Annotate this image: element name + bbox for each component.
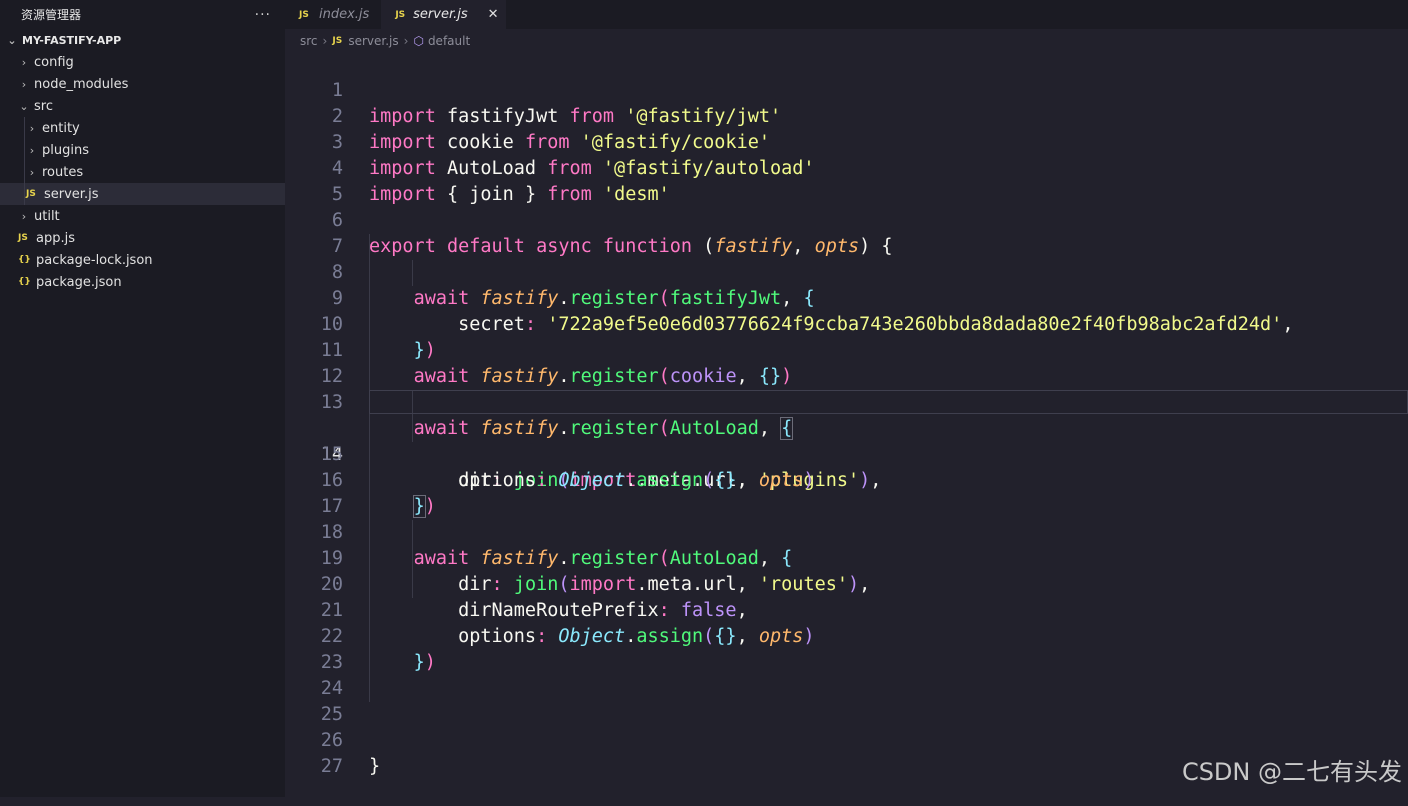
code-line: 27 bbox=[285, 728, 1408, 777]
breadcrumb-file[interactable]: server.js bbox=[348, 34, 398, 48]
chevron-right-icon: › bbox=[29, 121, 35, 135]
code-line: 20 dirNameRoutePrefix: false, bbox=[285, 546, 1408, 621]
tree-item-label: package-lock.json bbox=[36, 252, 153, 268]
chevron-right-icon: › bbox=[21, 77, 27, 91]
code-line: 2 import cookie from '@fastify/cookie' bbox=[285, 78, 1408, 153]
code-line: 25 bbox=[285, 676, 1408, 725]
code-line: 21 options: Object.assign({}, opts) bbox=[285, 572, 1408, 647]
code-line: 17 bbox=[285, 468, 1408, 517]
code-text: } bbox=[369, 756, 381, 777]
tree-item-server-js[interactable]: JS server.js bbox=[0, 183, 285, 205]
symbol-cube-icon: ⬡ bbox=[413, 34, 424, 48]
tree-indent-guide bbox=[24, 161, 25, 183]
tree-item-label: server.js bbox=[44, 186, 99, 202]
js-file-icon: JS bbox=[18, 233, 28, 243]
explorer-title: 资源管理器 bbox=[21, 8, 82, 22]
tree-item-label: app.js bbox=[36, 230, 75, 246]
json-file-icon: {} bbox=[18, 255, 31, 265]
tree-item-label: entity bbox=[42, 120, 80, 136]
code-line: 19 dir: join(import.meta.url, 'routes'), bbox=[285, 520, 1408, 595]
json-file-icon: {} bbox=[18, 277, 31, 287]
chevron-right-icon: › bbox=[29, 165, 35, 179]
code-line: 23 bbox=[285, 624, 1408, 673]
explorer-sidebar: 资源管理器 ··· ⌄ MY-FASTIFY-APP › config › node_… bbox=[0, 0, 285, 797]
code-line: 18 await fastify.register(AutoLoad, { bbox=[285, 494, 1408, 569]
code-line: 9 secret: '722a9ef5e0e6d03776624f9ccba74… bbox=[285, 260, 1408, 335]
tree-item-label: config bbox=[34, 54, 74, 70]
tree-indent-guide bbox=[24, 139, 25, 161]
tree-item-label: package.json bbox=[36, 274, 122, 290]
code-line: 24 bbox=[285, 650, 1408, 699]
code-line: 26 } bbox=[285, 702, 1408, 777]
code-line: 5 bbox=[285, 156, 1408, 205]
project-name: MY-FASTIFY-APP bbox=[22, 33, 122, 47]
tree-item-app-js[interactable]: JS app.js bbox=[0, 227, 285, 249]
tree-item-plugins[interactable]: › plugins bbox=[0, 139, 285, 161]
code-line-current: 14 dir: join(import.meta.url, 'plugins')… bbox=[285, 390, 1408, 491]
tree-item-entity[interactable]: › entity bbox=[0, 117, 285, 139]
js-file-icon: JS bbox=[332, 36, 343, 46]
project-root[interactable]: ⌄ MY-FASTIFY-APP bbox=[0, 29, 285, 51]
tab-index-js[interactable]: JS index.js bbox=[285, 0, 381, 29]
tree-item-label: plugins bbox=[42, 142, 89, 158]
chevron-right-icon: › bbox=[29, 143, 35, 157]
chevron-right-icon: › bbox=[21, 209, 27, 223]
js-file-icon: JS bbox=[395, 9, 406, 20]
tab-bar: JS index.js JS server.js ✕ bbox=[285, 0, 1408, 29]
chevron-down-icon: ⌄ bbox=[19, 99, 29, 113]
tree-item-label: utilt bbox=[34, 208, 60, 224]
code-line: 1 import fastifyJwt from '@fastify/jwt' bbox=[285, 52, 1408, 127]
current-line-highlight bbox=[369, 390, 1408, 414]
js-file-icon: JS bbox=[26, 189, 36, 199]
close-icon[interactable]: ✕ bbox=[468, 7, 499, 22]
tree-item-label: routes bbox=[42, 164, 84, 180]
code-line: 4 import { join } from 'desm' bbox=[285, 130, 1408, 205]
more-actions-icon[interactable]: ··· bbox=[255, 7, 271, 23]
code-line: 11 await fastify.register(cookie, {}) bbox=[285, 312, 1408, 387]
tab-server-js[interactable]: JS server.js ✕ bbox=[381, 0, 507, 29]
tree-indent-guide bbox=[24, 117, 25, 139]
code-line: 7 bbox=[285, 208, 1408, 257]
tree-item-node-modules[interactable]: › node_modules bbox=[0, 73, 285, 95]
file-tree: › config › node_modules ⌄ src › entity › plugins ›… bbox=[0, 51, 285, 293]
code-line: 16 }) bbox=[285, 442, 1408, 518]
code-editor[interactable]: 1 import fastifyJwt from '@fastify/jwt' … bbox=[285, 52, 1408, 797]
breadcrumb-symbol[interactable]: default bbox=[428, 34, 470, 48]
explorer-header: 资源管理器 ··· bbox=[0, 0, 285, 29]
chevron-down-icon: ⌄ bbox=[7, 33, 17, 47]
tree-item-label: node_modules bbox=[34, 76, 129, 92]
code-line: 15 options: Object.assign({}, opts) bbox=[285, 416, 1408, 491]
tree-item-routes[interactable]: › routes bbox=[0, 161, 285, 183]
code-line: 22 }) bbox=[285, 598, 1408, 673]
tree-item-config[interactable]: › config bbox=[0, 51, 285, 73]
breadcrumb: src › JS server.js › ⬡ default bbox=[300, 31, 470, 51]
code-line: 6 export default async function (fastify… bbox=[285, 182, 1408, 257]
breadcrumb-folder[interactable]: src bbox=[300, 34, 318, 48]
js-file-icon: JS bbox=[299, 9, 309, 20]
tab-label: server.js bbox=[413, 7, 468, 22]
code-line: 12 bbox=[285, 338, 1408, 387]
tab-label: index.js bbox=[319, 7, 370, 22]
code-line: 10 }) bbox=[285, 286, 1408, 361]
watermark: CSDN @二七有头发 bbox=[1181, 758, 1402, 786]
code-line: 3 import AutoLoad from '@fastify/autoloa… bbox=[285, 104, 1408, 179]
line-number: 27 bbox=[320, 756, 343, 777]
tree-item-package-lock-json[interactable]: {} package-lock.json bbox=[0, 249, 285, 271]
tree-item-utilt[interactable]: › utilt bbox=[0, 205, 285, 227]
chevron-right-icon: › bbox=[322, 34, 328, 48]
tree-indent-guide bbox=[24, 183, 25, 205]
chevron-right-icon: › bbox=[403, 34, 409, 48]
tree-item-src[interactable]: ⌄ src bbox=[0, 95, 285, 117]
code-line: 13 await fastify.register(AutoLoad, { bbox=[285, 364, 1408, 440]
code-line: 8 await fastify.register(fastifyJwt, { bbox=[285, 234, 1408, 309]
chevron-right-icon: › bbox=[21, 55, 27, 69]
tree-item-label: src bbox=[34, 98, 53, 114]
tree-item-package-json[interactable]: {} package.json bbox=[0, 271, 285, 293]
